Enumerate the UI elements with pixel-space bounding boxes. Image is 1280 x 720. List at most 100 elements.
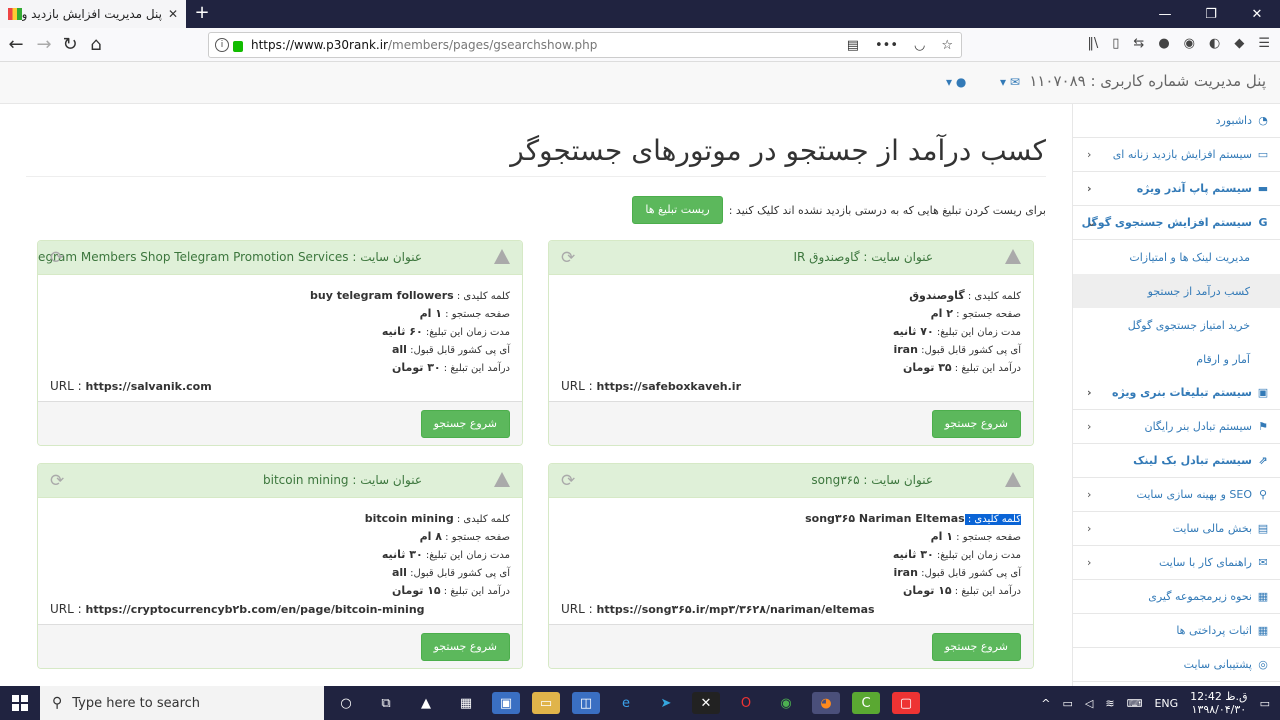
minimize-button[interactable]: —: [1142, 0, 1188, 28]
photos-icon[interactable]: ▲: [412, 692, 440, 714]
warning-icon: [1005, 249, 1021, 264]
chevron-down-icon[interactable]: ⌄: [1087, 216, 1096, 229]
camtasia-icon[interactable]: C: [852, 692, 880, 714]
translate-icon[interactable]: ⇆: [1133, 36, 1144, 51]
external-link-icon: ⇗: [1258, 454, 1268, 467]
reader-view-icon[interactable]: ▤: [847, 38, 859, 53]
close-window-button[interactable]: ✕: [1234, 0, 1280, 28]
shield-icon[interactable]: ◆: [1234, 36, 1244, 51]
duration-label: مدت زمان این تبلیغ:: [422, 550, 510, 561]
telegram-icon[interactable]: ➤: [652, 692, 680, 714]
maximize-button[interactable]: ❐: [1188, 0, 1234, 28]
edge-icon[interactable]: e: [612, 692, 640, 714]
sidebar-item[interactable]: ▦ اثبات پرداختی ها: [1073, 614, 1280, 648]
sidebar-item[interactable]: ▤ بخش مالی سایت ‹: [1073, 512, 1280, 546]
extension-icon[interactable]: ◉: [1184, 36, 1195, 51]
start-search-button[interactable]: شروع جستجو: [931, 633, 1021, 661]
menu-icon[interactable]: ☰: [1258, 36, 1270, 51]
warning-icon: [494, 249, 510, 264]
chevron-left-icon[interactable]: ‹: [1087, 386, 1092, 399]
page-actions-icon[interactable]: •••: [875, 38, 898, 53]
sidebar-item[interactable]: ▦ نحوه زیرمجموعه گیری: [1073, 580, 1280, 614]
extension-icon[interactable]: ◐: [1209, 36, 1220, 51]
chrome-icon[interactable]: ◉: [772, 692, 800, 714]
network-icon[interactable]: ▭: [1062, 697, 1072, 710]
pocket-icon[interactable]: ◡: [914, 38, 925, 53]
calculator-icon[interactable]: ▦: [452, 692, 480, 714]
chevron-up-icon[interactable]: ^: [1041, 697, 1050, 710]
home-icon[interactable]: ⌂: [84, 33, 108, 57]
clock[interactable]: 12:42 ق.ظ ۱۳۹۸/۰۴/۳۰: [1190, 690, 1247, 716]
app-icon[interactable]: ▢: [892, 692, 920, 714]
chevron-left-icon[interactable]: ‹: [1087, 488, 1091, 501]
sidebar-item[interactable]: ▣ سیستم تبلیغات بنری ویژه ‹: [1073, 376, 1280, 410]
start-search-button[interactable]: شروع جستجو: [931, 410, 1021, 438]
sidebar-item[interactable]: ⇗ سیستم تبادل بک لینک: [1073, 444, 1280, 478]
sidebar-item-label: راهنمای کار با سایت: [1158, 556, 1252, 569]
start-search-button[interactable]: شروع جستجو: [420, 410, 510, 438]
panel-brand[interactable]: پنل مدیریت شماره کاربری : ۱۱۰۷۰۸۹: [1029, 72, 1266, 90]
windows-start-icon[interactable]: [12, 695, 28, 711]
info-icon[interactable]: i: [215, 38, 229, 52]
sidebar-item[interactable]: کسب درآمد از جستجو: [1073, 274, 1280, 308]
keyword-label: کلمه کلیدی :: [964, 291, 1021, 302]
extension-icon[interactable]: ●: [1158, 36, 1169, 51]
sidebar-item[interactable]: ▭ سیستم افزایش بازدید زنانه ای ‹: [1073, 138, 1280, 172]
sidebar-item[interactable]: ⚑ سیستم تبادل بنر رایگان ‹: [1073, 410, 1280, 444]
sidebar-item[interactable]: خرید امتیاز جستجوی گوگل: [1073, 308, 1280, 342]
refresh-icon[interactable]: ⟳: [561, 248, 575, 268]
income-label: درآمد این تبلیغ :: [951, 363, 1021, 374]
sidebar-item[interactable]: G سیستم افزایش جستجوی گوگل ⌄: [1073, 206, 1280, 240]
new-tab-button[interactable]: +: [192, 2, 212, 23]
sidebar-item-label: SEO و بهینه سازی سایت: [1136, 488, 1252, 501]
envelope-icon[interactable]: ▾ ✉: [1000, 75, 1020, 89]
task-view-icon[interactable]: ⧉: [372, 692, 400, 714]
firefox-icon[interactable]: ◕: [812, 692, 840, 714]
opera-icon[interactable]: O: [732, 692, 760, 714]
bookmark-star-icon[interactable]: ☆: [941, 38, 953, 53]
file-explorer-icon[interactable]: ▭: [532, 692, 560, 714]
network-app-icon[interactable]: ◫: [572, 692, 600, 714]
wifi-icon[interactable]: ≋: [1105, 697, 1114, 710]
language-indicator[interactable]: ENG: [1154, 697, 1178, 710]
app-icon[interactable]: ✕: [692, 692, 720, 714]
cortana-icon[interactable]: ○: [332, 692, 360, 714]
volume-icon[interactable]: ◁: [1085, 697, 1093, 710]
sidebar-item[interactable]: آمار و ارقام: [1073, 342, 1280, 376]
tab-close-icon[interactable]: ✕: [168, 7, 178, 21]
country-row: آی پی کشور قابل قبول: all: [50, 564, 510, 582]
chevron-left-icon[interactable]: ‹: [1087, 556, 1091, 569]
sidebar-item[interactable]: مدیریت لینک ها و امتیازات: [1073, 240, 1280, 274]
user-icon[interactable]: ▾ ●: [946, 75, 966, 89]
chevron-left-icon[interactable]: ‹: [1087, 420, 1091, 433]
sidebar-item[interactable]: ◔ داشبورد: [1073, 104, 1280, 138]
address-bar[interactable]: i https://www.p30rank.ir/members/pages/g…: [208, 32, 962, 58]
taskbar-search-input[interactable]: ⚲ Type here to search: [40, 686, 324, 720]
duration-row: مدت زمان این تبلیغ: ۷۰ ثانیه: [561, 323, 1021, 341]
keyword-value: song۳۶۵ Nariman Eltemas: [805, 512, 965, 525]
flag-icon: ⚑: [1258, 420, 1268, 433]
title-divider: [26, 176, 1046, 177]
reset-ads-button[interactable]: ریست تبلیغ ها: [632, 196, 723, 224]
browser-tab[interactable]: ✕ پنل مدیریت افزایش بازدید و درآمد: [0, 0, 186, 28]
app-icon[interactable]: ▣: [492, 692, 520, 714]
back-icon[interactable]: ←: [4, 33, 28, 57]
sidebar-item[interactable]: ▬ سیستم پاپ آندر ویژه ‹: [1073, 172, 1280, 206]
reload-icon[interactable]: ↻: [58, 33, 82, 57]
notifications-icon[interactable]: ▭: [1260, 697, 1270, 710]
forward-icon[interactable]: →: [32, 33, 56, 57]
chevron-left-icon[interactable]: ‹: [1087, 148, 1091, 161]
library-icon[interactable]: ‖\: [1087, 36, 1098, 51]
sidebar-icon[interactable]: ▯: [1112, 36, 1119, 51]
keyboard-icon[interactable]: ⌨: [1127, 697, 1143, 710]
sidebar-item-label: بخش مالی سایت: [1172, 522, 1252, 535]
refresh-icon[interactable]: ⟳: [50, 248, 64, 268]
sidebar-item[interactable]: ✉ راهنمای کار با سایت ‹: [1073, 546, 1280, 580]
start-search-button[interactable]: شروع جستجو: [420, 633, 510, 661]
refresh-icon[interactable]: ⟳: [50, 471, 64, 491]
chevron-left-icon[interactable]: ‹: [1087, 522, 1091, 535]
chevron-left-icon[interactable]: ‹: [1087, 182, 1092, 195]
refresh-icon[interactable]: ⟳: [561, 471, 575, 491]
sidebar-item[interactable]: ⚲ SEO و بهینه سازی سایت ‹: [1073, 478, 1280, 512]
sidebar-item[interactable]: ◎ پشتیبانی سایت: [1073, 648, 1280, 682]
